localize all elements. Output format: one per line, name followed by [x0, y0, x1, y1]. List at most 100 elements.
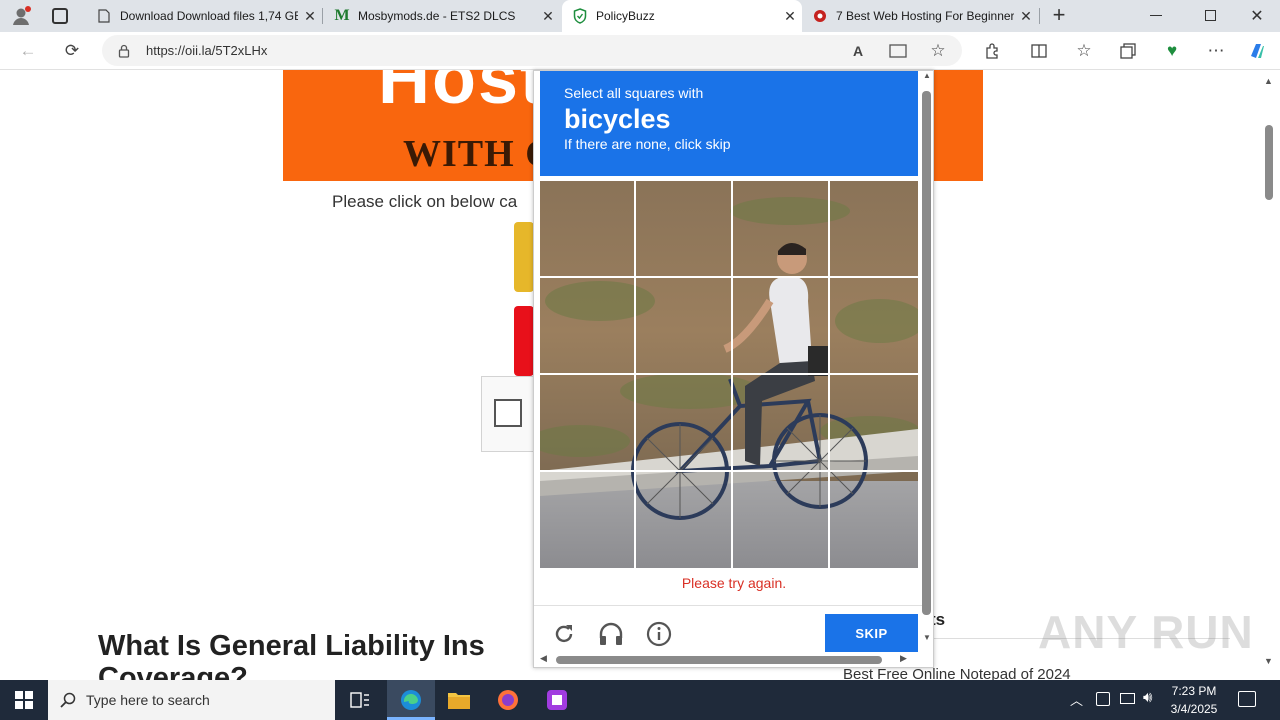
grid-tile-16[interactable]	[831, 473, 918, 568]
window-close-icon[interactable]: ✕	[1248, 6, 1266, 25]
tray-display-icon[interactable]	[1120, 693, 1135, 704]
grid-tile-4[interactable]	[831, 181, 918, 277]
immersive-reader-icon[interactable]	[884, 37, 912, 65]
grid-tile-15[interactable]	[734, 473, 829, 568]
scrollbar-thumb[interactable]	[922, 91, 931, 615]
shield-icon	[572, 8, 588, 24]
close-icon[interactable]: ✕	[536, 8, 560, 25]
address-toolbar: ← ⟳ https://oii.la/5T2xLHx A ☆ ☆ ♥ ⋯	[0, 32, 1280, 70]
grid-tile-7[interactable]	[734, 279, 829, 374]
scroll-up-icon[interactable]: ▲	[1264, 76, 1273, 86]
scroll-down-icon[interactable]: ▼	[923, 633, 931, 642]
instruction-line: Select all squares with	[564, 85, 704, 101]
grid-tile-11[interactable]	[734, 376, 829, 471]
page-scrollbar-thumb[interactable]	[1265, 125, 1273, 200]
task-view-icon[interactable]	[336, 680, 384, 720]
grid-tile-6[interactable]	[637, 279, 732, 374]
image-grid	[540, 181, 918, 568]
grid-tile-9[interactable]	[540, 376, 635, 471]
copilot-icon[interactable]	[1243, 37, 1271, 65]
back-icon[interactable]: ←	[14, 37, 42, 65]
search-icon	[60, 692, 76, 708]
recaptcha-checkbox[interactable]	[494, 399, 522, 427]
red-button[interactable]	[514, 306, 534, 376]
tab-separator	[1039, 8, 1040, 24]
taskbar-search-box[interactable]: Type here to search	[48, 680, 335, 720]
grid-tile-8[interactable]	[831, 279, 918, 374]
tab-title: 7 Best Web Hosting For Beginners	[836, 9, 1014, 23]
tab-separator	[322, 8, 323, 24]
taskbar: Type here to search ︿ 🔊︎ 7:23 PM 3/4/202…	[0, 680, 1280, 720]
tab-bar: Download Download files 1,74 GB ✕ M Mosb…	[0, 0, 1280, 32]
windows-start-icon[interactable]	[0, 680, 48, 720]
tray-chevron-icon[interactable]: ︿	[1070, 690, 1083, 709]
reload-challenge-icon[interactable]	[549, 619, 579, 649]
tab-mosbymods[interactable]: M Mosbymods.de - ETS2 DLCS ✕	[324, 0, 560, 32]
profile-icon[interactable]	[10, 5, 32, 27]
grid-tile-13[interactable]	[540, 473, 635, 568]
tab-policybuzz[interactable]: PolicyBuzz ✕	[562, 0, 802, 32]
search-placeholder: Type here to search	[86, 692, 210, 708]
tab-web-hosting[interactable]: 7 Best Web Hosting For Beginners ✕	[802, 0, 1038, 32]
error-message: Please try again.	[681, 575, 787, 591]
mosbymods-icon: M	[334, 7, 350, 24]
favorite-star-icon[interactable]: ☆	[924, 37, 952, 65]
scroll-up-icon[interactable]: ▲	[923, 71, 931, 80]
tray-network-icon[interactable]	[1096, 692, 1110, 706]
banner-subheading: WITH C	[403, 133, 554, 175]
more-menu-icon[interactable]: ⋯	[1202, 37, 1230, 65]
recaptcha-checkbox-widget	[481, 376, 541, 452]
scrollbar-thumb[interactable]	[556, 656, 882, 664]
grid-tile-12[interactable]	[831, 376, 918, 471]
address-bar[interactable]: https://oii.la/5T2xLHx	[102, 35, 962, 66]
challenge-horizontal-scrollbar[interactable]: ◀ ▶	[534, 653, 920, 667]
collections-icon[interactable]	[1114, 37, 1142, 65]
favorites-icon[interactable]: ☆	[1070, 37, 1098, 65]
challenge-target: bicycles	[564, 104, 671, 134]
article-heading-continued: Coverage?	[98, 662, 248, 680]
watermark: ANY RUN	[1038, 606, 1254, 658]
url-text: https://oii.la/5T2xLHx	[146, 43, 268, 58]
close-icon[interactable]: ✕	[1014, 8, 1038, 25]
notifications-icon[interactable]	[1238, 691, 1256, 707]
sidebar-link[interactable]: Best Free Online Notepad of 2024	[843, 666, 1071, 680]
minimize-icon[interactable]	[1150, 15, 1162, 16]
browser-essentials-icon[interactable]: ♥	[1158, 37, 1186, 65]
grid-tile-5[interactable]	[540, 279, 635, 374]
close-icon[interactable]: ✕	[298, 8, 322, 25]
close-icon[interactable]: ✕	[778, 8, 802, 25]
grid-tile-1[interactable]	[540, 181, 635, 277]
challenge-vertical-scrollbar[interactable]: ▲ ▼	[920, 71, 934, 647]
refresh-icon[interactable]: ⟳	[58, 37, 86, 65]
info-icon[interactable]	[644, 619, 674, 649]
grid-tile-14[interactable]	[637, 473, 732, 568]
page-icon	[96, 8, 112, 24]
restore-icon[interactable]	[1205, 10, 1216, 21]
recaptcha-challenge: Select all squares with bicycles If ther…	[533, 70, 934, 668]
yellow-button[interactable]	[514, 222, 534, 292]
tab-title: Download Download files 1,74 GB	[120, 9, 298, 23]
tab-download[interactable]: Download Download files 1,74 GB ✕	[86, 0, 322, 32]
scroll-left-icon[interactable]: ◀	[540, 653, 547, 664]
grid-tile-2[interactable]	[637, 181, 732, 277]
volume-icon[interactable]: 🔊︎	[1143, 689, 1152, 706]
grid-tile-10[interactable]	[637, 376, 732, 471]
read-aloud-icon[interactable]: A	[844, 37, 872, 65]
extensions-icon[interactable]	[978, 37, 1006, 65]
scroll-down-icon[interactable]: ▼	[1264, 656, 1273, 666]
banner-heading: Host	[378, 70, 546, 119]
audio-challenge-icon[interactable]	[596, 619, 626, 649]
grid-tile-3[interactable]	[734, 181, 829, 277]
red-circle-icon	[812, 8, 828, 24]
firefox-icon[interactable]	[484, 680, 532, 720]
split-screen-icon[interactable]	[1025, 37, 1053, 65]
page-scrollbar[interactable]: ▲ ▼	[1260, 70, 1280, 680]
edge-icon[interactable]	[387, 680, 435, 720]
skip-button[interactable]: SKIP	[825, 614, 918, 652]
new-tab-icon[interactable]: +	[1048, 4, 1070, 27]
scroll-right-icon[interactable]: ▶	[900, 653, 907, 664]
tab-actions-icon[interactable]	[52, 8, 68, 24]
system-clock[interactable]: 7:23 PM 3/4/2025	[1162, 682, 1226, 718]
app-icon[interactable]	[533, 680, 581, 720]
file-explorer-icon[interactable]	[435, 680, 483, 720]
